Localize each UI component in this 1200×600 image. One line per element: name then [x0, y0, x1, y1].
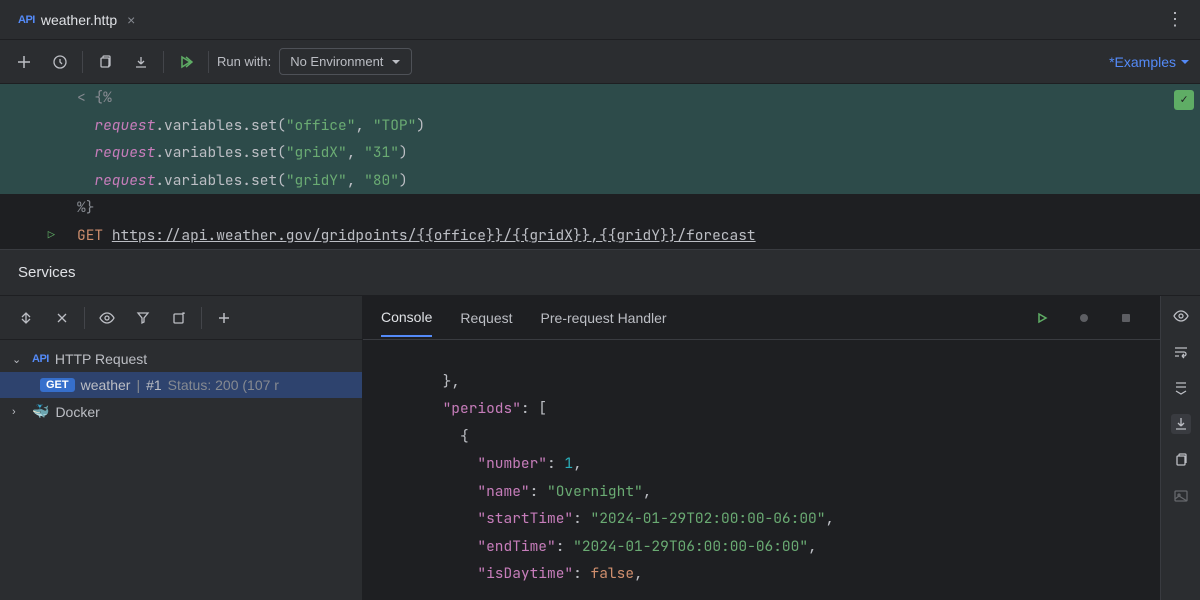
environment-select[interactable]: No Environment: [279, 48, 412, 75]
wrap-icon[interactable]: [1171, 342, 1191, 362]
image-icon[interactable]: [1171, 486, 1191, 506]
run-all-icon[interactable]: [172, 48, 200, 76]
tree-label: HTTP Request: [55, 351, 147, 367]
eye-icon[interactable]: [93, 304, 121, 332]
services-tree: ⌄ API HTTP Request GET weather | #1 Stat…: [0, 340, 362, 431]
json-response[interactable]: }, "periods": [ { "number": 1, "name": "…: [363, 340, 1200, 600]
services-toolbar: [0, 296, 362, 340]
check-icon[interactable]: ✓: [1174, 90, 1194, 110]
response-panel: Console Request Pre-request Handler ⋮ },…: [363, 296, 1200, 600]
chevron-down-icon: ⌄: [12, 353, 26, 366]
tree-label: Docker: [55, 404, 99, 420]
env-selected-value: No Environment: [290, 54, 383, 69]
chevron-right-icon: ›: [12, 406, 26, 418]
new-tab-icon[interactable]: [165, 304, 193, 332]
run-with-label: Run with:: [217, 54, 271, 69]
separator: [208, 51, 209, 73]
separator: |: [136, 377, 140, 393]
tab-bar: API weather.http × ⋮: [0, 0, 1200, 40]
add-icon[interactable]: [10, 48, 38, 76]
separator: [201, 307, 202, 329]
download-icon[interactable]: [1171, 414, 1191, 434]
file-tab[interactable]: API weather.http ×: [8, 0, 145, 39]
close-icon[interactable]: ×: [127, 12, 135, 28]
tree-item-weather-request[interactable]: GET weather | #1 Status: 200 (107 r: [0, 372, 362, 398]
eye-icon[interactable]: [1171, 306, 1191, 326]
collapse-icon[interactable]: [48, 304, 76, 332]
code-editor[interactable]: ✓ < {% request.variables.set("office", "…: [0, 84, 1200, 249]
tab-filename: weather.http: [41, 12, 117, 28]
rerun-icon[interactable]: [1028, 304, 1056, 332]
docker-icon: 🐳: [32, 403, 49, 420]
copy-icon[interactable]: [1171, 450, 1191, 470]
editor-toolbar: Run with: No Environment *Examples: [0, 40, 1200, 84]
status-text: Status: 200 (107 r: [168, 377, 279, 393]
services-tree-panel: ⌄ API HTTP Request GET weather | #1 Stat…: [0, 296, 363, 600]
history-icon[interactable]: [46, 48, 74, 76]
more-icon[interactable]: ⋮: [1158, 9, 1192, 30]
import-icon[interactable]: [127, 48, 155, 76]
api-icon: API: [32, 353, 49, 365]
get-badge: GET: [40, 378, 75, 392]
tree-label: weather: [81, 377, 131, 393]
services-panel: ⌄ API HTTP Request GET weather | #1 Stat…: [0, 296, 1200, 600]
separator: [163, 51, 164, 73]
debug-icon[interactable]: [1070, 304, 1098, 332]
add-service-icon[interactable]: [210, 304, 238, 332]
filter-icon[interactable]: [129, 304, 157, 332]
run-number: #1: [146, 377, 162, 393]
copy-icon[interactable]: [91, 48, 119, 76]
services-panel-title: Services: [0, 249, 1200, 296]
separator: [82, 51, 83, 73]
separator: [84, 307, 85, 329]
right-rail: [1160, 296, 1200, 600]
stop-icon[interactable]: [1112, 304, 1140, 332]
expand-icon[interactable]: [12, 304, 40, 332]
tab-pre-request-handler[interactable]: Pre-request Handler: [541, 300, 667, 336]
examples-link[interactable]: *Examples: [1109, 54, 1190, 70]
api-icon: API: [18, 14, 35, 26]
tab-request[interactable]: Request: [460, 300, 512, 336]
tree-item-http-request[interactable]: ⌄ API HTTP Request: [0, 346, 362, 372]
tree-item-docker[interactable]: › 🐳 Docker: [0, 398, 362, 425]
response-tabs: Console Request Pre-request Handler ⋮: [363, 296, 1200, 340]
run-gutter-icon[interactable]: ▷: [48, 222, 55, 250]
chevron-down-icon: [391, 57, 401, 67]
scroll-to-end-icon[interactable]: [1171, 378, 1191, 398]
tab-console[interactable]: Console: [381, 299, 432, 337]
chevron-down-icon: [1180, 57, 1190, 67]
